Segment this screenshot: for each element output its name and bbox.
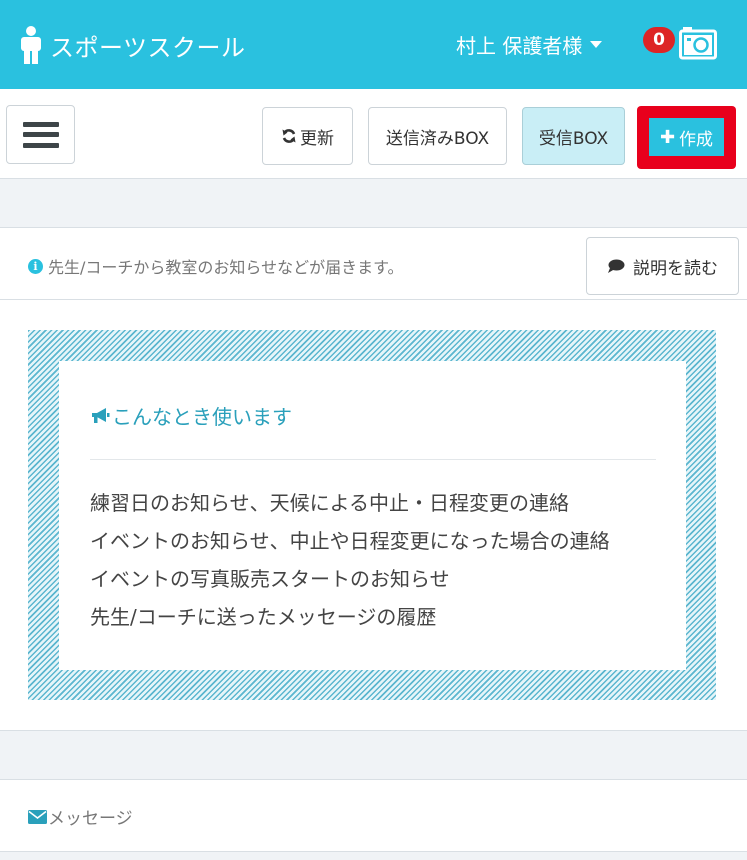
message-section-header: メッセージ: [28, 804, 133, 829]
notification-badge[interactable]: 0: [643, 27, 675, 53]
usage-box: こんなとき使います 練習日のお知らせ、天候による中止・日程変更の連絡 イベントの…: [59, 361, 686, 670]
comment-icon: [608, 259, 625, 273]
list-item: 先生/コーチに送ったメッセージの履歴: [90, 605, 437, 629]
person-icon: [21, 26, 41, 64]
divider: [90, 459, 656, 460]
info-icon: i: [28, 258, 43, 274]
hamburger-icon: [22, 121, 59, 148]
bullhorn-icon: [92, 407, 110, 423]
read-explanation-label: 説明を読む: [633, 258, 718, 279]
read-explanation-button[interactable]: 説明を読む: [586, 237, 739, 295]
toolbar: 更新 送信済みBOX 受信BOX ✚ 作成: [0, 89, 747, 179]
list-item: イベントのお知らせ、中止や日程変更になった場合の連絡: [90, 529, 610, 553]
user-menu-dropdown[interactable]: 村上 保護者様: [456, 30, 603, 59]
info-bar: i 先生/コーチから教室のお知らせなどが届きます。 説明を読む: [0, 228, 747, 300]
plus-icon: ✚: [659, 126, 676, 148]
app-title: スポーツスクール: [50, 33, 246, 62]
brand[interactable]: スポーツスクール: [18, 26, 246, 64]
message-section-label: メッセージ: [48, 809, 133, 829]
menu-button[interactable]: [6, 105, 75, 164]
usage-title: こんなとき使います: [90, 401, 292, 430]
usage-list: 練習日のお知らせ、天候による中止・日程変更の連絡 イベントのお知らせ、中止や日程…: [90, 488, 610, 640]
refresh-label: 更新: [300, 128, 334, 149]
caret-down-icon: [590, 41, 603, 48]
create-label: 作成: [679, 129, 714, 150]
refresh-icon: [282, 129, 296, 143]
message-section: メッセージ: [0, 779, 747, 852]
inbox-button[interactable]: 受信BOX: [522, 107, 625, 165]
camera-icon[interactable]: [679, 26, 717, 60]
refresh-button[interactable]: 更新: [262, 107, 353, 165]
envelope-icon: [28, 809, 47, 824]
app-header: スポーツスクール 村上 保護者様 0: [0, 0, 747, 89]
create-button-highlight: ✚ 作成: [637, 106, 736, 169]
list-item: 練習日のお知らせ、天候による中止・日程変更の連絡: [90, 491, 569, 515]
info-notice: i 先生/コーチから教室のお知らせなどが届きます。: [28, 254, 403, 278]
info-notice-text: 先生/コーチから教室のお知らせなどが届きます。: [48, 258, 404, 277]
sent-box-button[interactable]: 送信済みBOX: [368, 107, 507, 165]
user-name: 村上 保護者様: [456, 34, 583, 58]
create-button[interactable]: ✚ 作成: [649, 118, 724, 156]
usage-title-text: こんなとき使います: [112, 405, 292, 429]
usage-frame: こんなとき使います 練習日のお知らせ、天候による中止・日程変更の連絡 イベントの…: [28, 330, 716, 700]
info-panel: i 先生/コーチから教室のお知らせなどが届きます。 説明を読む こんなとき使いま…: [0, 227, 747, 731]
list-item: イベントの写真販売スタートのお知らせ: [90, 567, 450, 591]
